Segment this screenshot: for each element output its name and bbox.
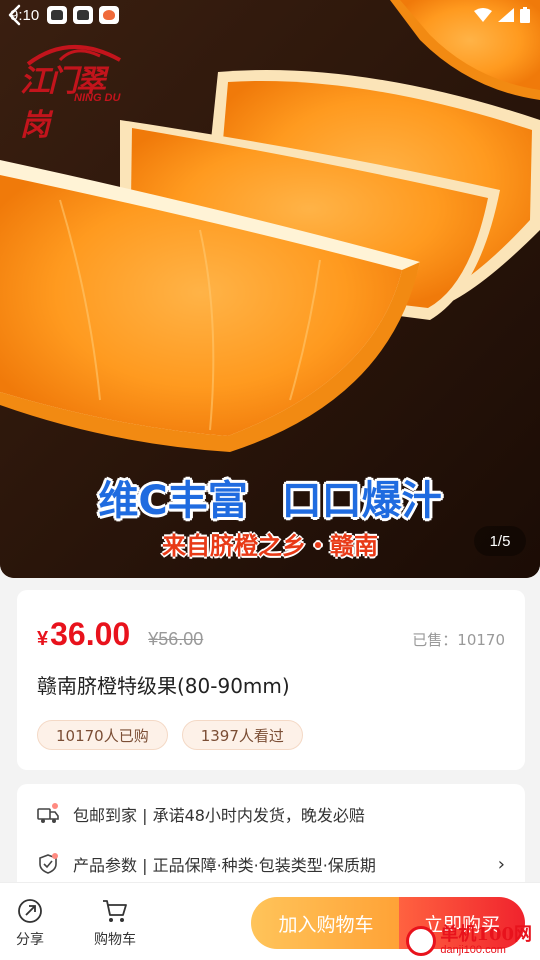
image-page-indicator: 1/5 xyxy=(474,526,526,556)
product-tags: 10170人已购 1397人看过 xyxy=(37,720,303,750)
cart-label: 购物车 xyxy=(94,932,136,948)
shopping-cart-icon xyxy=(103,900,127,922)
delivery-row: 包邮到家 | 承诺48小时内发货，晚发必赔 xyxy=(37,799,505,829)
viewed-count-tag: 1397人看过 xyxy=(181,720,303,750)
currency-symbol: ¥ xyxy=(37,628,49,650)
product-params-text: 产品参数 | 正品保障·种类·包装类型·保质期 xyxy=(73,856,376,875)
watermark-logo-icon xyxy=(406,926,437,956)
notification-app-icon xyxy=(47,6,68,24)
shield-check-icon xyxy=(39,853,58,874)
battery-icon xyxy=(520,7,530,23)
share-label: 分享 xyxy=(16,932,44,948)
brand-subtitle: NING DU xyxy=(74,92,121,104)
notification-heart-icon xyxy=(99,6,120,24)
price-row: ¥ 36.00 ¥56.00 已售：10170 xyxy=(37,616,505,653)
current-price: 36.00 xyxy=(50,616,131,652)
status-bar: 9:10 xyxy=(0,0,540,30)
purchased-count-tag: 10170人已购 xyxy=(37,720,168,750)
share-icon xyxy=(18,899,42,923)
delivery-text: 包邮到家 | 承诺48小时内发货，晚发必赔 xyxy=(73,806,365,825)
share-button[interactable]: 分享 xyxy=(16,897,44,949)
sold-count: 已售：10170 xyxy=(412,631,505,649)
watermark-text: 单机100网 xyxy=(440,924,532,945)
notification-app-icon xyxy=(73,6,94,24)
slogan-subline: 来自脐橙之乡・赣南 xyxy=(162,532,378,560)
status-time: 9:10 xyxy=(10,6,40,24)
slogan-headline: 维C丰富 口口爆汁 xyxy=(98,478,442,524)
wifi-icon xyxy=(474,8,492,22)
signal-icon xyxy=(498,8,514,22)
product-image-carousel[interactable]: 江门翠岗 NING DU 维C丰富 口口爆汁 来自脐橙之乡・赣南 1/5 xyxy=(0,0,540,578)
product-params-row[interactable]: 产品参数 | 正品保障·种类·包装类型·保质期 › xyxy=(37,849,505,879)
brand-logo: 江门翠岗 NING DU xyxy=(20,38,130,143)
add-to-cart-button[interactable]: 加入购物车 xyxy=(251,897,401,949)
cart-button[interactable]: 购物车 xyxy=(94,897,136,949)
product-info-card: ¥ 36.00 ¥56.00 已售：10170 赣南脐橙特级果(80-90mm)… xyxy=(17,590,525,770)
site-watermark: 单机100网 danji100.com xyxy=(406,926,532,956)
watermark-url: danji100.com xyxy=(440,944,506,956)
original-price: ¥56.00 xyxy=(148,629,204,649)
delivery-truck-icon xyxy=(37,803,59,823)
product-title: 赣南脐橙特级果(80-90mm) xyxy=(37,674,290,698)
chevron-right-icon[interactable]: › xyxy=(498,854,505,875)
